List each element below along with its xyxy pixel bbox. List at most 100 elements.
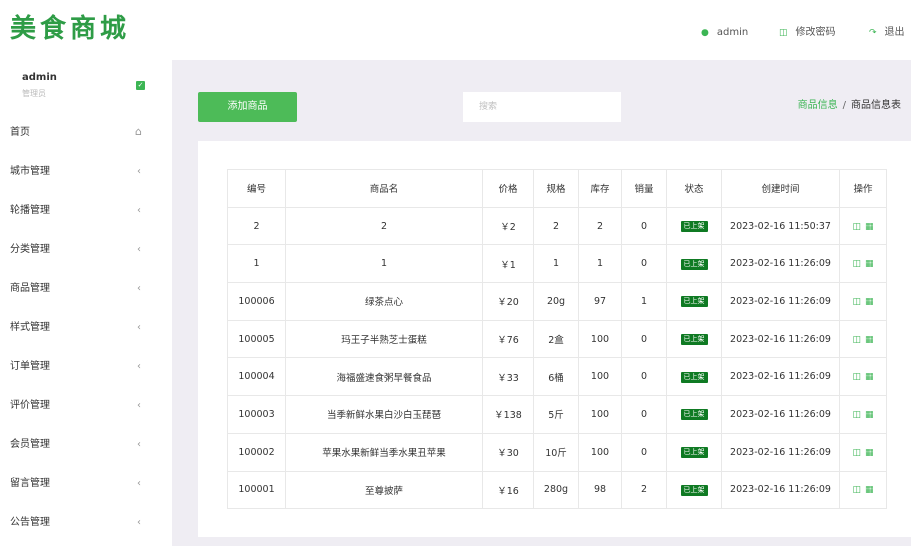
edit-icon[interactable]: ◫ <box>852 259 861 269</box>
col-header-price: 价格 <box>482 169 534 208</box>
sidebar-user-name: admin <box>22 72 57 83</box>
status-badge: 已上架 <box>680 371 708 383</box>
sidebar-item-label: 商品管理 <box>10 283 50 294</box>
breadcrumb-separator: / <box>842 100 846 111</box>
chevron-left-icon: ‹ <box>137 322 141 333</box>
header-user[interactable]: ● admin <box>701 27 748 39</box>
cell-name: 苹果水果新鲜当季水果丑苹果 <box>285 432 483 472</box>
chevron-left-icon: ‹ <box>137 478 141 489</box>
chevron-left-icon: ‹ <box>137 400 141 411</box>
change-password-label: 修改密码 <box>795 27 836 38</box>
sidebar-item-style[interactable]: 样式管理 ‹ <box>0 308 172 347</box>
cell-spec: 10斤 <box>533 432 579 472</box>
sidebar: admin 管理员 ✓ 首页 ⌂ 城市管理 ‹ 轮播管理 ‹ 分类管理 ‹ 商品… <box>0 60 172 546</box>
cell-created: 2023-02-16 11:26:09 <box>721 282 840 321</box>
cell-price: ￥76 <box>482 319 534 359</box>
top-header: 美食商城 ● admin ◫ 修改密码 ↷ 退出 <box>0 0 911 60</box>
delete-icon[interactable]: ▦ <box>865 335 874 345</box>
sidebar-item-carousel[interactable]: 轮播管理 ‹ <box>0 191 172 230</box>
cell-actions: ◫ ▦ <box>839 357 887 397</box>
table-row: 100002 苹果水果新鲜当季水果丑苹果 ￥30 10斤 100 0 已上架 2… <box>227 432 887 472</box>
table-row: 100006 绿茶点心 ￥20 20g 97 1 已上架 2023-02-16 … <box>227 282 887 321</box>
sidebar-item-city[interactable]: 城市管理 ‹ <box>0 152 172 191</box>
cell-stock: 100 <box>578 432 622 472</box>
delete-icon[interactable]: ▦ <box>865 259 874 269</box>
header-user-label: admin <box>716 27 749 38</box>
edit-icon[interactable]: ◫ <box>852 222 861 232</box>
sidebar-item-label: 首页 <box>10 127 30 138</box>
table-row: 100001 至尊披萨 ￥16 280g 98 2 已上架 2023-02-16… <box>227 470 887 510</box>
sidebar-item-category[interactable]: 分类管理 ‹ <box>0 230 172 269</box>
col-header-status: 状态 <box>666 169 722 208</box>
delete-icon[interactable]: ▦ <box>865 297 874 307</box>
cell-id: 1 <box>227 244 286 284</box>
edit-icon[interactable]: ◫ <box>852 410 861 420</box>
table-header-row: 编号 商品名 价格 规格 库存 销量 状态 创建时间 操作 <box>227 169 887 208</box>
sidebar-item-label: 留言管理 <box>10 478 50 489</box>
logout-link[interactable]: ↷ 退出 <box>869 27 905 39</box>
sidebar-item-message[interactable]: 留言管理 ‹ <box>0 464 172 503</box>
cell-id: 100002 <box>227 432 286 472</box>
change-password-link[interactable]: ◫ 修改密码 <box>779 27 836 39</box>
cell-name: 玛王子半熟芝士蛋糕 <box>285 319 483 359</box>
cell-actions: ◫ ▦ <box>839 319 887 359</box>
cell-name: 1 <box>285 244 483 284</box>
cell-spec: 5斤 <box>533 395 579 434</box>
status-badge: 已上架 <box>680 409 708 421</box>
cell-sales: 0 <box>621 319 667 359</box>
breadcrumb-parent[interactable]: 商品信息 <box>798 100 838 111</box>
breadcrumb-current: 商品信息表 <box>851 100 901 111</box>
cell-id: 2 <box>227 206 286 246</box>
edit-icon[interactable]: ◫ <box>852 448 861 458</box>
chevron-left-icon: ‹ <box>137 244 141 255</box>
edit-icon[interactable]: ◫ <box>852 297 861 307</box>
sidebar-item-review[interactable]: 评价管理 ‹ <box>0 386 172 425</box>
chevron-left-icon: ‹ <box>137 166 141 177</box>
cell-stock: 97 <box>578 282 622 321</box>
edit-icon[interactable]: ◫ <box>852 372 861 382</box>
cell-price: ￥20 <box>482 282 534 321</box>
edit-icon[interactable]: ◫ <box>852 335 861 345</box>
delete-icon[interactable]: ▦ <box>865 222 874 232</box>
breadcrumb: 商品信息 / 商品信息表 <box>798 100 901 112</box>
delete-icon[interactable]: ▦ <box>865 372 874 382</box>
cell-actions: ◫ ▦ <box>839 395 887 434</box>
table-row: 2 2 ￥2 2 2 0 已上架 2023-02-16 11:50:37 ◫ ▦ <box>227 206 887 246</box>
delete-icon[interactable]: ▦ <box>865 448 874 458</box>
cell-price: ￥1 <box>482 244 534 284</box>
cell-name: 当季新鲜水果白沙白玉琵琶 <box>285 395 483 434</box>
chevron-left-icon: ‹ <box>137 517 141 528</box>
col-header-spec: 规格 <box>533 169 579 208</box>
delete-icon[interactable]: ▦ <box>865 485 874 495</box>
status-badge: 已上架 <box>680 484 708 496</box>
cell-sales: 0 <box>621 206 667 246</box>
search-input[interactable] <box>463 92 621 122</box>
add-product-button[interactable]: 添加商品 <box>198 92 297 122</box>
cell-price: ￥16 <box>482 470 534 510</box>
cell-status: 已上架 <box>666 282 722 321</box>
cell-price: ￥2 <box>482 206 534 246</box>
status-badge: 已上架 <box>680 447 708 459</box>
sidebar-item-label: 公告管理 <box>10 517 50 528</box>
sidebar-item-label: 订单管理 <box>10 361 50 372</box>
cell-price: ￥33 <box>482 357 534 397</box>
edit-icon[interactable]: ◫ <box>852 485 861 495</box>
cell-price: ￥30 <box>482 432 534 472</box>
site-logo[interactable]: 美食商城 <box>10 14 130 44</box>
cell-id: 100003 <box>227 395 286 434</box>
sidebar-item-order[interactable]: 订单管理 ‹ <box>0 347 172 386</box>
table-row: 100004 海福盛速食粥早餐食品 ￥33 6桶 100 0 已上架 2023-… <box>227 357 887 397</box>
sidebar-item-member[interactable]: 会员管理 ‹ <box>0 425 172 464</box>
sidebar-item-product[interactable]: 商品管理 ‹ <box>0 269 172 308</box>
sidebar-user-box: admin 管理员 ✓ <box>0 60 172 114</box>
cell-spec: 20g <box>533 282 579 321</box>
sidebar-item-notice[interactable]: 公告管理 ‹ <box>0 503 172 542</box>
cell-status: 已上架 <box>666 470 722 510</box>
cell-sales: 0 <box>621 432 667 472</box>
cell-spec: 2盒 <box>533 319 579 359</box>
product-table: 编号 商品名 价格 规格 库存 销量 状态 创建时间 操作 2 2 ￥2 2 2… <box>227 169 887 510</box>
col-header-created: 创建时间 <box>721 169 840 208</box>
sidebar-item-home[interactable]: 首页 ⌂ <box>0 113 172 152</box>
cell-created: 2023-02-16 11:26:09 <box>721 395 840 434</box>
delete-icon[interactable]: ▦ <box>865 410 874 420</box>
